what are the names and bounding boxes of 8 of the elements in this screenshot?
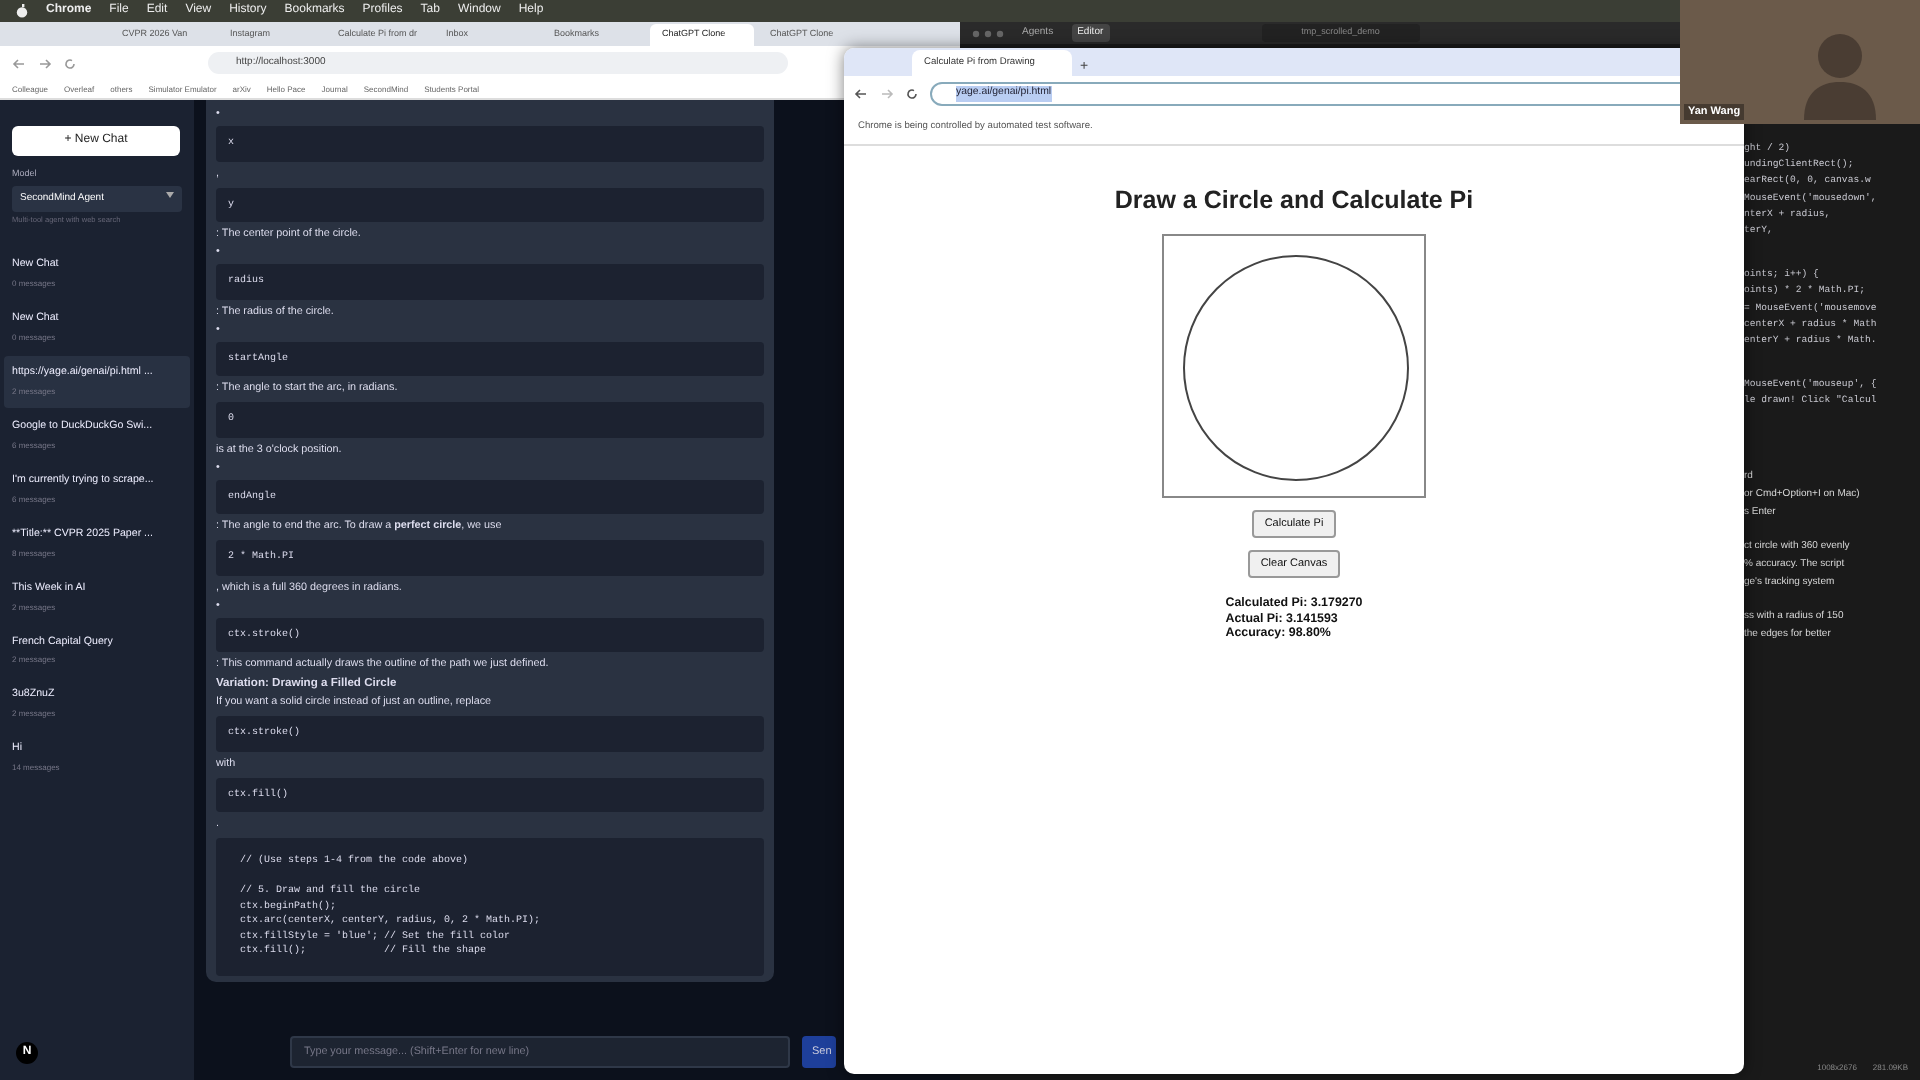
person-silhouette-icon xyxy=(1800,28,1880,120)
back-arrow-icon[interactable] xyxy=(854,88,868,100)
reload-icon[interactable] xyxy=(906,88,918,100)
window-controls-icon xyxy=(972,29,1004,37)
forward-arrow-icon[interactable] xyxy=(880,88,894,100)
caret-icon xyxy=(166,191,174,198)
forward-arrow-icon[interactable] xyxy=(38,57,52,69)
page-title: Draw a Circle and Calculate Pi xyxy=(1114,184,1474,219)
